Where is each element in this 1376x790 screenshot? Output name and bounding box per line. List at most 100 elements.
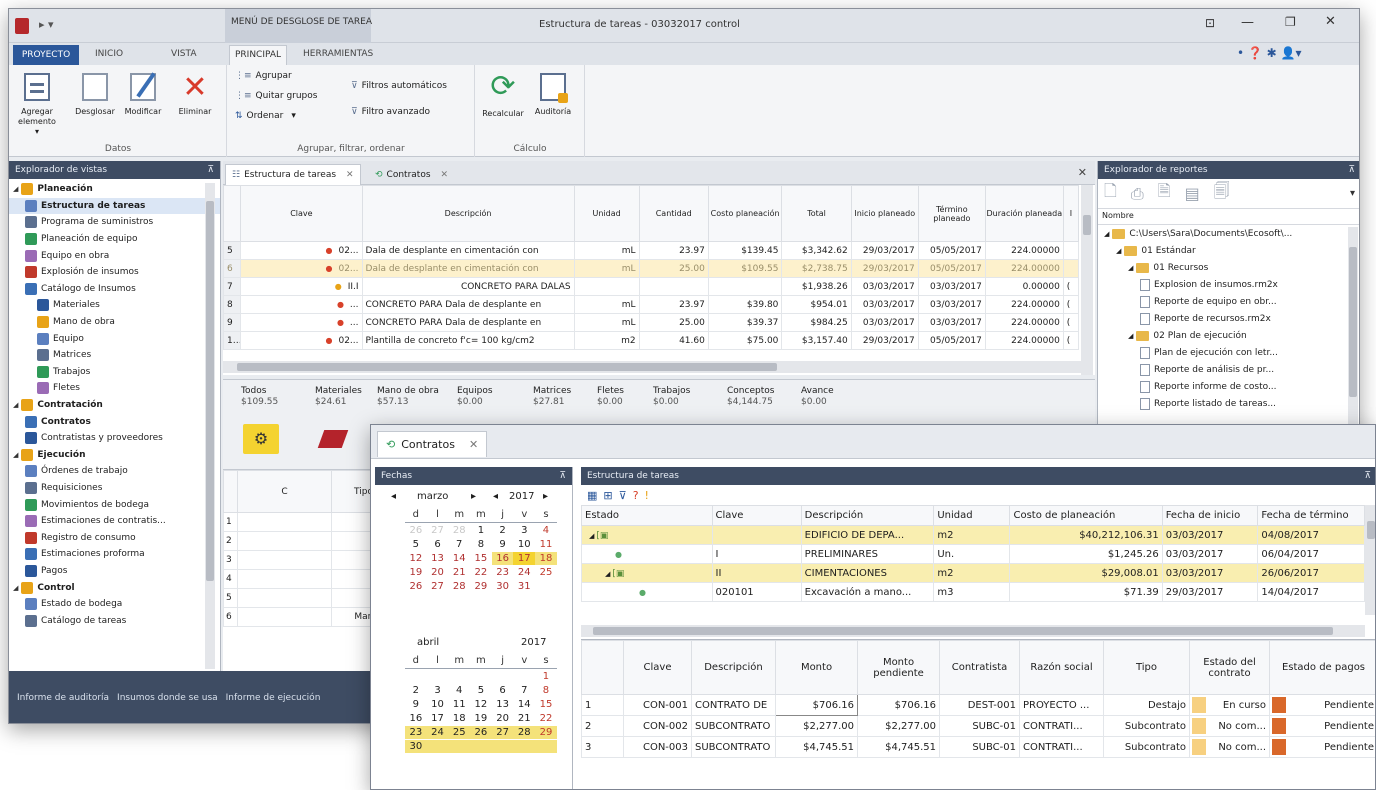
grid-cell[interactable]: ● 02... — [240, 331, 363, 350]
calendar-day[interactable]: 11 — [448, 698, 470, 711]
grid-cell[interactable]: CON-001 — [623, 694, 692, 716]
expand-arrow-icon[interactable]: ◢ — [13, 584, 18, 592]
explorer-scrollbar[interactable] — [205, 183, 215, 669]
grid-cell[interactable]: ● — [581, 582, 713, 602]
grid-column-header[interactable]: Término planeado — [917, 185, 986, 242]
grid-cell[interactable]: CON-002 — [623, 715, 692, 737]
calendar-day[interactable]: 20 — [427, 566, 449, 579]
chevron-down-icon[interactable]: ▾ — [1350, 188, 1355, 199]
grid-column-header[interactable]: I — [1062, 185, 1080, 242]
grid-cell[interactable]: $4,745.51 — [857, 736, 940, 758]
expand-arrow-icon[interactable]: ◢ — [1116, 247, 1121, 255]
expand-icon[interactable]: ⊞ — [603, 489, 612, 502]
grid-cell[interactable]: 26/06/2017 — [1257, 563, 1365, 583]
grid-cell[interactable]: SUBC-01 — [939, 736, 1020, 758]
grid-cell[interactable] — [237, 569, 332, 589]
grid-cell[interactable] — [237, 550, 332, 570]
grid-cell[interactable]: m3 — [933, 582, 1011, 602]
grid-cell[interactable]: 03/03/2017 — [917, 313, 986, 332]
grid-cell[interactable]: ◢ [▣ — [581, 563, 713, 583]
grid-column-header[interactable]: Inicio planeado — [850, 185, 919, 242]
grid-cell[interactable]: CONCRETO PARA Dala de desplante en — [361, 313, 575, 332]
calendar-day[interactable]: 16 — [491, 552, 514, 565]
grid-cell[interactable]: 23.97 — [638, 295, 709, 314]
calendar-day[interactable]: 8 — [470, 538, 492, 551]
report-item[interactable]: Explosion de insumos.rm2x — [1098, 276, 1359, 293]
grid-cell[interactable]: ◢ [▣ — [581, 525, 713, 545]
grid-cell[interactable]: 14/04/2017 — [1257, 582, 1365, 602]
grid-column-header[interactable]: Monto — [775, 640, 858, 695]
grid-column-header[interactable]: Duración planeada — [984, 185, 1064, 242]
ribbon-display-icon[interactable]: ⊡ — [1205, 16, 1215, 30]
report-item[interactable]: ◢ 01 Recursos — [1098, 259, 1359, 276]
tab-estructura-de-tareas[interactable]: ☷ Estructura de tareas ✕ — [225, 164, 361, 185]
explorer-item[interactable]: Contratos — [9, 413, 220, 430]
calendar-day[interactable]: 16 — [405, 712, 427, 725]
grid-cell[interactable]: SUBC-01 — [939, 715, 1020, 737]
calendar-day[interactable]: 19 — [405, 566, 427, 579]
calendar-day[interactable]: 9 — [492, 538, 514, 551]
grid-cell[interactable]: 05/05/2017 — [917, 241, 986, 260]
grid-column-header[interactable]: C — [237, 470, 332, 513]
grid-cell[interactable]: PRELIMINARES — [800, 544, 935, 564]
grid-cell[interactable]: SUBCONTRATO — [691, 736, 776, 758]
grid-cell[interactable]: mL — [573, 241, 640, 260]
table-row[interactable]: ● I PRELIMINARES Un. $1,245.26 03/03/2017 06/0… — [581, 544, 1365, 564]
warning-icon[interactable]: ! — [645, 489, 649, 502]
eliminar-button[interactable]: ✕ Eliminar — [173, 73, 217, 117]
tab-vista[interactable]: VISTA — [171, 49, 196, 59]
calendar-day[interactable]: 26 — [470, 726, 492, 739]
explorer-item[interactable]: Movimientos de bodega — [9, 496, 220, 513]
grid-cell[interactable]: 29/03/2017 — [850, 241, 919, 260]
grid-cell[interactable]: ● 02... — [240, 259, 363, 278]
grid-cell[interactable]: ● — [581, 544, 713, 564]
grid-column-header[interactable]: Estado — [581, 505, 713, 526]
grid-column-header[interactable]: Descripción — [800, 505, 935, 526]
grid-cell[interactable]: $1,938.26 — [781, 277, 852, 296]
expand-arrow-icon[interactable]: ◢ — [13, 185, 18, 193]
explorer-item[interactable]: Mano de obra — [9, 314, 220, 331]
calendar-day[interactable]: 23 — [405, 726, 427, 739]
estructura-vscroll[interactable] — [1365, 505, 1375, 615]
grid-cell[interactable]: Plantilla de concreto f'c= 100 kg/cm2 — [361, 331, 575, 350]
grid-cell[interactable]: No com... — [1189, 736, 1270, 758]
chevron-right-icon[interactable]: ▸ — [471, 491, 476, 502]
grid-cell[interactable]: No com... — [1189, 715, 1270, 737]
grid-column-header[interactable]: Contratista — [939, 640, 1020, 695]
grid-cell[interactable]: ● II.I — [240, 277, 363, 296]
grid-cell[interactable]: m2 — [573, 331, 640, 350]
grid-cell[interactable]: Un. — [933, 544, 1011, 564]
grid-cell[interactable]: ●... — [240, 313, 363, 332]
calendar-day[interactable]: 31 — [513, 580, 535, 593]
explorer-item[interactable]: Requisiciones — [9, 480, 220, 497]
grid-cell[interactable] — [638, 277, 709, 296]
explorer-item[interactable]: Pagos — [9, 563, 220, 580]
grid-cell[interactable]: m2 — [933, 525, 1011, 545]
table-row[interactable]: 6 ● 02... Dala de desplante en cimentación … — [223, 259, 1080, 278]
grid-cell[interactable] — [1062, 259, 1080, 278]
tab-contratos-overlay[interactable]: ⟲ Contratos ✕ — [377, 431, 488, 457]
pin-icon[interactable]: ⊼ — [207, 165, 214, 175]
link-informe-auditoria[interactable]: Informe de auditoría — [17, 693, 109, 703]
grid-cell[interactable]: $2,277.00 — [775, 715, 858, 737]
grid-cell[interactable]: 05/05/2017 — [917, 331, 986, 350]
table-row[interactable]: 7 ● II.I CONCRETO PARA DALAS $1,938.26 03/03/… — [223, 277, 1080, 296]
grid-cell[interactable]: $2,738.75 — [781, 259, 852, 278]
grid-cell[interactable] — [707, 277, 783, 296]
quick-access-icon[interactable]: ▸ ▾ — [39, 18, 54, 31]
grid-cell[interactable]: 03/03/2017 — [850, 295, 919, 314]
calendar-day[interactable]: 30 — [492, 580, 514, 593]
explorer-item[interactable]: ◢ Planeación — [9, 181, 220, 198]
calendar-day[interactable]: 12 — [470, 698, 492, 711]
calendar-day[interactable]: 3 — [513, 524, 535, 537]
calendar-day[interactable]: 11 — [535, 538, 557, 551]
expand-arrow-icon[interactable]: ◢ — [589, 532, 594, 540]
grid-cell[interactable]: 29/03/2017 — [1161, 582, 1259, 602]
grid-column-header[interactable]: Costo de planeación — [1009, 505, 1163, 526]
summary-item[interactable]: Todos $109.55 — [241, 386, 278, 408]
calendar-day[interactable]: 12 — [405, 552, 427, 565]
calendar-day[interactable]: 22 — [535, 712, 557, 725]
calendar-day[interactable]: 20 — [492, 712, 514, 725]
help-icon[interactable]: • ❓ ✱ 👤▾ — [1237, 46, 1301, 60]
estructura-vscroll-thumb[interactable] — [1367, 521, 1375, 539]
